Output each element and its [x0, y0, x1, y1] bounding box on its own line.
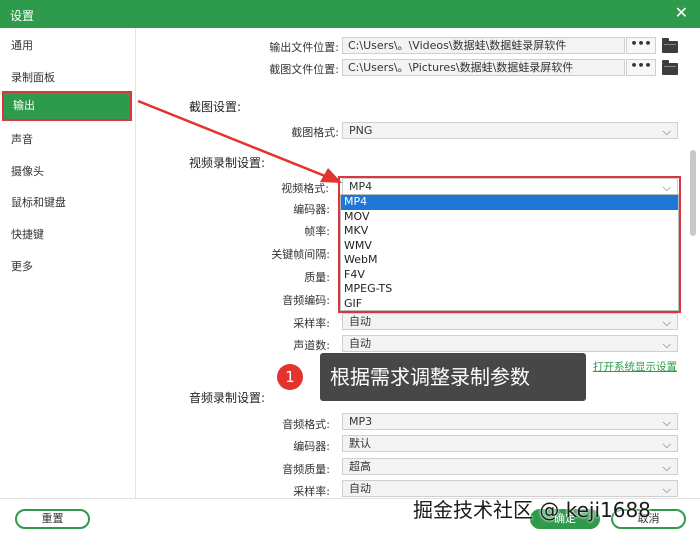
video-format-select[interactable]: MP4 ⌵	[342, 178, 678, 195]
output-folder-icon[interactable]	[662, 38, 678, 53]
video-format-label: 视频格式:	[281, 182, 329, 195]
dropdown-option[interactable]: WebM	[341, 253, 678, 268]
audio-samplerate-value: 自动	[349, 482, 371, 495]
output-path-field[interactable]: C:\Users\。\Videos\数据蛙\数据蛙录屏软件	[342, 37, 625, 54]
channels-label: 声道数:	[293, 339, 330, 352]
output-path-browse-button[interactable]: •••	[626, 37, 656, 54]
chevron-down-icon: ⌵	[662, 483, 671, 496]
screenshot-path-field[interactable]: C:\Users\。\Pictures\数据蛙\数据蛙录屏软件	[342, 59, 625, 76]
audio-quality-label: 音频质量:	[282, 463, 330, 476]
screenshot-folder-icon[interactable]	[662, 60, 678, 75]
sidebar-item-output[interactable]: 输出	[2, 91, 132, 121]
framerate-label: 帧率:	[304, 225, 330, 238]
sidebar-item-more[interactable]: 更多	[0, 252, 136, 282]
audio-format-value: MP3	[349, 415, 373, 428]
screenshot-path-label: 截图文件位置:	[269, 63, 339, 76]
chevron-down-icon: ⌵	[662, 316, 671, 329]
sidebar: 通用 录制面板 输出 声音 摄像头 鼠标和键盘 快捷键 更多	[0, 28, 136, 498]
audio-format-select[interactable]: MP3 ⌵	[342, 413, 678, 430]
chevron-down-icon: ⌵	[662, 338, 671, 351]
quality-label: 质量:	[304, 271, 330, 284]
dropdown-option[interactable]: MOV	[341, 210, 678, 225]
audio-quality-select[interactable]: 超高 ⌵	[342, 458, 678, 475]
open-display-settings-link[interactable]: 打开系统显示设置	[593, 359, 677, 374]
dropdown-option[interactable]: GIF	[341, 297, 678, 312]
sidebar-item-hotkeys[interactable]: 快捷键	[0, 220, 136, 250]
audio-encoder-value: 默认	[349, 437, 371, 450]
audio-codec-label: 音频编码:	[282, 294, 330, 307]
dropdown-option[interactable]: MP4	[341, 195, 678, 210]
dropdown-option[interactable]: F4V	[341, 268, 678, 283]
sidebar-item-sound[interactable]: 声音	[0, 125, 136, 155]
samplerate-select[interactable]: 自动 ⌵	[342, 313, 678, 330]
watermark: 掘金技术社区 @ keji1688	[413, 498, 651, 522]
audio-settings-title: 音频录制设置:	[189, 391, 266, 405]
chevron-down-icon: ⌵	[662, 438, 671, 451]
chevron-down-icon: ⌵	[662, 125, 671, 138]
scrollbar-thumb[interactable]	[690, 150, 696, 236]
samplerate-value: 自动	[349, 315, 371, 328]
dropdown-option[interactable]: WMV	[341, 239, 678, 254]
step-badge: 1	[277, 364, 303, 390]
screenshot-format-label: 截图格式:	[291, 126, 339, 139]
settings-content: 输出文件位置: C:\Users\。\Videos\数据蛙\数据蛙录屏软件 ••…	[137, 28, 687, 498]
sidebar-item-camera[interactable]: 摄像头	[0, 157, 136, 187]
channels-value: 自动	[349, 337, 371, 350]
output-path-label: 输出文件位置:	[269, 41, 339, 54]
audio-quality-value: 超高	[349, 460, 371, 473]
sidebar-item-record-panel[interactable]: 录制面板	[0, 63, 136, 93]
video-format-value: MP4	[349, 180, 373, 193]
dropdown-option[interactable]: MPEG-TS	[341, 282, 678, 297]
sidebar-item-general[interactable]: 通用	[0, 31, 136, 61]
video-settings-title: 视频录制设置:	[189, 156, 266, 170]
title-bar: 设置 ✕	[0, 0, 700, 28]
close-icon[interactable]: ✕	[675, 3, 688, 23]
keyframe-interval-label: 关键帧间隔:	[271, 248, 330, 261]
chevron-down-icon: ⌵	[662, 461, 671, 474]
channels-select[interactable]: 自动 ⌵	[342, 335, 678, 352]
screenshot-path-browse-button[interactable]: •••	[626, 59, 656, 76]
chevron-down-icon: ⌵	[662, 416, 671, 429]
video-format-dropdown[interactable]: MP4 MOV MKV WMV WebM F4V MPEG-TS GIF	[340, 194, 679, 311]
window-title: 设置	[10, 9, 35, 23]
encoder-label: 编码器:	[293, 203, 330, 216]
audio-encoder-select[interactable]: 默认 ⌵	[342, 435, 678, 452]
samplerate-label: 采样率:	[293, 317, 330, 330]
reset-button[interactable]: 重置	[15, 509, 90, 529]
dropdown-option[interactable]: MKV	[341, 224, 678, 239]
screenshot-format-value: PNG	[349, 124, 373, 137]
annotation-callout: 根据需求调整录制参数	[320, 353, 586, 401]
audio-format-label: 音频格式:	[282, 418, 330, 431]
screenshot-format-select[interactable]: PNG ⌵	[342, 122, 678, 139]
sidebar-item-mouse-keyboard[interactable]: 鼠标和键盘	[0, 188, 136, 218]
screenshot-settings-title: 截图设置:	[189, 100, 242, 114]
chevron-down-icon: ⌵	[662, 181, 671, 194]
audio-samplerate-label: 采样率:	[293, 485, 330, 498]
audio-encoder-label: 编码器:	[293, 440, 330, 453]
